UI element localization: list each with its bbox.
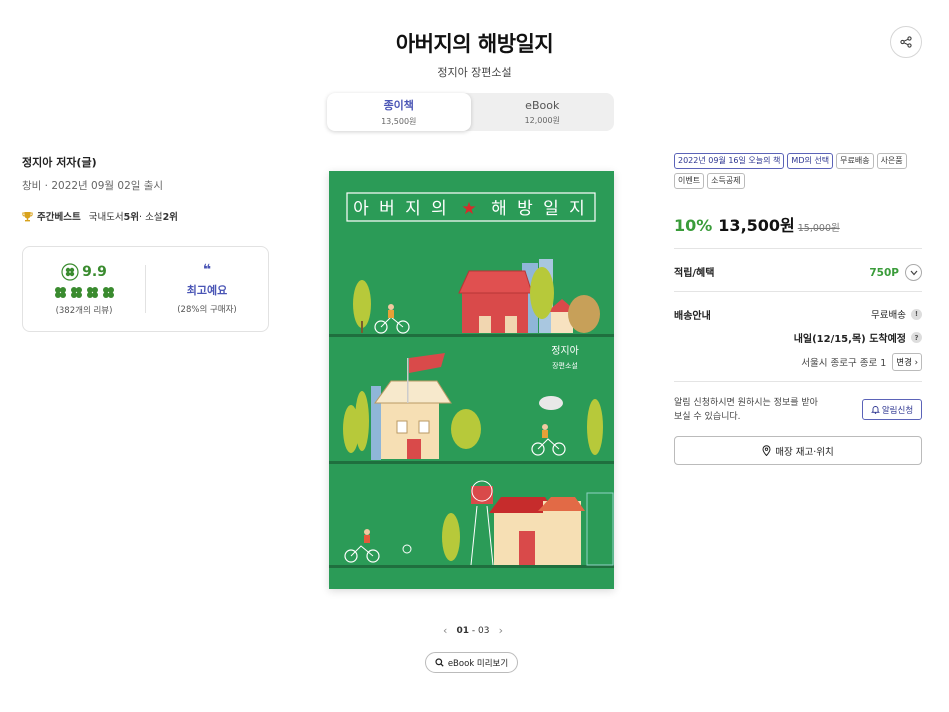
shipping-label: 배송안내: [674, 311, 711, 322]
chevron-left-icon[interactable]: ‹: [443, 624, 447, 637]
tag-gift[interactable]: 사은품: [876, 153, 907, 169]
format-tabs: 종이책 13,500원 eBook 12,000원: [327, 93, 614, 131]
arrival-date: 내일(12/15,목) 도착예정: [793, 334, 906, 345]
cover-title-char: 방: [517, 199, 533, 219]
cover-genre: 장편소설: [552, 361, 578, 370]
pager-total: 03: [478, 625, 490, 636]
cover-title-char: 의: [431, 199, 447, 219]
tab-ebook[interactable]: eBook 12,000원: [471, 93, 615, 131]
bell-icon: [870, 406, 880, 414]
tag-today-book[interactable]: 2022년 09월 16일 오늘의 책: [674, 153, 785, 169]
review-count: (382개의 리뷰): [55, 305, 113, 316]
address-row: 서울시 종로구 종로 1 변경 ›: [760, 353, 922, 371]
tag-free-shipping[interactable]: 무료배송: [836, 153, 874, 169]
emotion-percent: (28%의 구매자): [177, 305, 237, 315]
shipping-free: 무료배송: [871, 310, 906, 321]
emotion-label: 최고예요: [186, 284, 228, 297]
original-price: 15,000원: [797, 223, 840, 234]
tag-event[interactable]: 이벤트: [674, 173, 705, 189]
weekly-best-label: 주간베스트: [37, 212, 81, 223]
store-stock-button[interactable]: 매장 재고·위치: [674, 436, 922, 465]
alert-label: 알림신청: [881, 405, 914, 416]
divider: [674, 291, 922, 292]
cover-title-char: 일: [543, 199, 559, 219]
price-row: 10% 13,500원 15,000원: [674, 212, 840, 236]
tag-tax-deduction[interactable]: 소득공제: [707, 173, 745, 189]
cover-title-char: 버: [379, 199, 395, 219]
weekly-best-row[interactable]: 주간베스트 국내도서 5위 · 소설 2위: [22, 209, 178, 223]
discount-rate: 10%: [674, 216, 713, 235]
emotion-summary[interactable]: ❝ 최고예요 (28%의 구매자): [146, 263, 268, 315]
chevron-down-icon: [910, 270, 917, 275]
share-icon: [900, 36, 912, 48]
clover-rating: [54, 286, 115, 299]
rank-separator: · 소설: [139, 212, 163, 223]
divider: [674, 381, 922, 382]
ebook-preview-button[interactable]: eBook 미리보기: [425, 652, 518, 673]
arrival-row: 내일(12/15,목) 도착예정 ?: [760, 330, 922, 345]
divider: [674, 248, 922, 249]
publisher-info: 창비 · 2022년 09월 02일 출시: [22, 180, 164, 192]
quote-icon: ❝: [202, 262, 212, 278]
domestic-prefix: 국내도서: [88, 212, 124, 223]
page-subtitle: 정지아 장편소설: [437, 66, 512, 79]
store-label: 매장 재고·위치: [775, 446, 834, 458]
alert-signup-button[interactable]: 알림신청: [862, 399, 922, 420]
cover-title: 아 버 지 의 ★ 해 방 일 지: [353, 199, 585, 219]
clover-icon: [102, 286, 114, 298]
trophy-icon: [22, 211, 33, 221]
chevron-right-icon[interactable]: ›: [499, 624, 503, 637]
search-icon: [435, 658, 444, 667]
tag-md-choice[interactable]: MD의 선택: [787, 153, 834, 169]
novel-rank: 2위: [162, 212, 178, 223]
points-label: 적립/혜택: [674, 268, 715, 279]
image-pager: ‹ 01 - 03 ›: [443, 624, 503, 637]
points-value: 750P: [869, 266, 899, 279]
tab-price: 12,000원: [524, 115, 560, 125]
page-title: 아버지의 해방일지: [395, 32, 554, 56]
shipping-address: 서울시 종로구 종로 1: [801, 358, 887, 369]
sale-price: 13,500원: [718, 216, 795, 235]
clover-badge-icon: [61, 262, 79, 281]
change-address-button[interactable]: 변경 ›: [892, 353, 922, 371]
cover-title-char: 지: [569, 199, 585, 219]
shipping-free-row: 무료배송 !: [800, 307, 922, 321]
review-score[interactable]: 9.9 (382개의 리뷰): [23, 262, 145, 316]
cover-title-char: ★: [461, 199, 476, 219]
tab-price: 13,500원: [381, 117, 417, 126]
tab-label: eBook: [525, 98, 560, 112]
preview-label: eBook 미리보기: [447, 658, 509, 669]
tab-paper-book[interactable]: 종이책 13,500원: [327, 93, 471, 131]
book-cover-image[interactable]: 아 버 지 의 ★ 해 방 일 지 정지아 장편소설: [329, 171, 614, 589]
help-icon[interactable]: ?: [911, 332, 922, 343]
pager-current: 01: [456, 625, 470, 636]
share-button[interactable]: [890, 26, 922, 58]
points-row: 750P: [820, 264, 922, 281]
rating-box: 9.9 (382개의 리뷰) ❝ 최고예요 (28%의 구매자): [22, 246, 269, 332]
location-pin-icon: [762, 445, 771, 456]
author-link[interactable]: 정지아 저자(글): [22, 154, 97, 170]
domestic-rank: 5위: [123, 212, 140, 223]
cover-title-char: 지: [405, 199, 421, 219]
clover-icon: [86, 286, 98, 298]
rating-score: 9.9: [82, 263, 107, 280]
tab-label: 종이책: [383, 99, 414, 112]
points-expand-button[interactable]: [905, 264, 922, 281]
cover-author: 정지아: [551, 345, 579, 357]
info-icon[interactable]: !: [911, 308, 922, 320]
pager-separator: -: [469, 625, 479, 636]
badge-tags: 2022년 09월 16일 오늘의 책 MD의 선택 무료배송 사은품 이벤트 …: [674, 153, 914, 189]
cover-title-char: 아: [353, 199, 369, 219]
cover-title-char: 해: [491, 199, 507, 219]
alert-notice: 알림 신청하시면 원하시는 정보를 받아 보실 수 있습니다.: [674, 398, 818, 422]
clover-icon: [54, 286, 66, 298]
clover-icon: [70, 286, 82, 298]
change-label: 변경: [896, 358, 912, 368]
